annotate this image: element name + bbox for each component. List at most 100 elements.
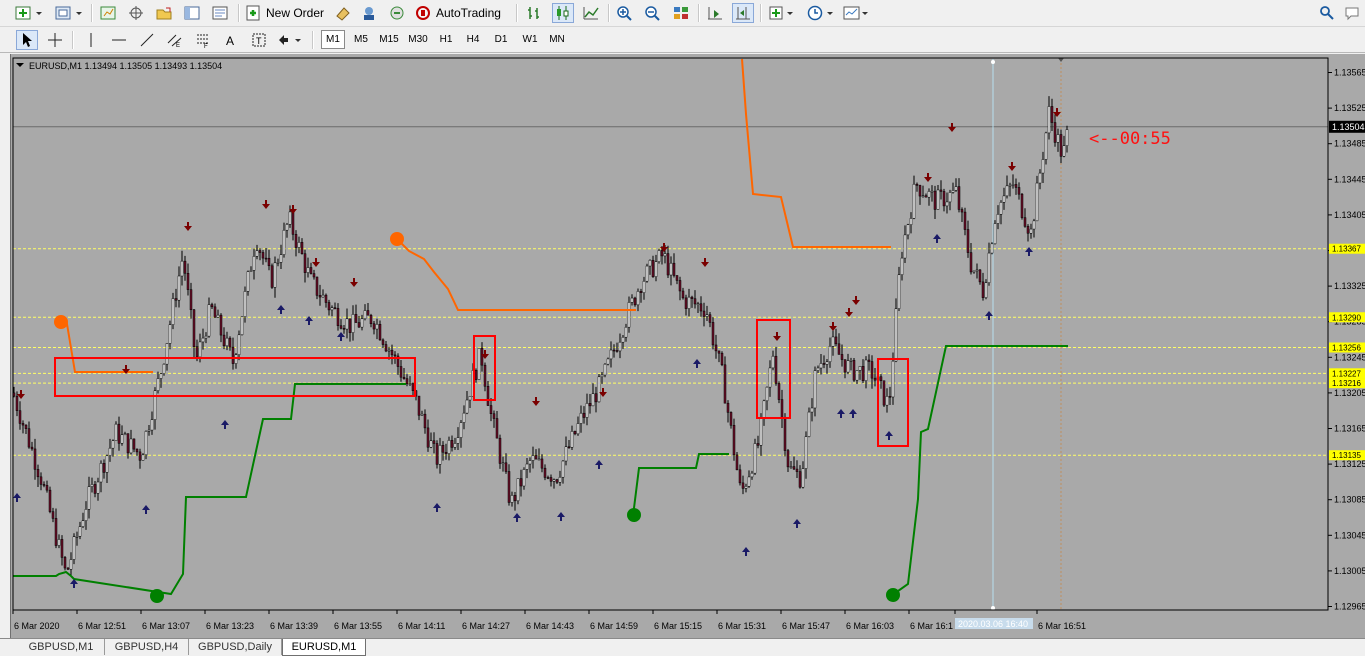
new-order-button[interactable]: New Order — [244, 3, 328, 23]
candle-body — [621, 336, 625, 343]
autotrading-button[interactable]: AutoTrading — [414, 3, 510, 23]
timeframe-w1[interactable]: W1 — [519, 30, 541, 49]
candle-body — [600, 374, 604, 378]
periods-button[interactable] — [804, 3, 838, 23]
candle-body — [783, 417, 787, 451]
horizontal-line-button[interactable] — [108, 30, 130, 50]
candle-body — [759, 418, 763, 446]
candle-body — [954, 186, 958, 191]
candle-body — [795, 468, 799, 472]
timeframe-h4[interactable]: H4 — [462, 30, 484, 49]
text-label-button[interactable]: T — [248, 30, 270, 50]
cursor-tool-button[interactable] — [16, 30, 38, 50]
sell-arrow — [262, 200, 270, 209]
candle-body — [651, 259, 655, 277]
candle-body — [1038, 172, 1042, 184]
zoom-in-button[interactable] — [614, 3, 636, 23]
chart-collapse-icon[interactable] — [16, 63, 24, 67]
timeframe-m30[interactable]: M30 — [405, 30, 431, 49]
equidistant-channel-button[interactable]: E — [164, 30, 186, 50]
candle-body — [747, 476, 751, 487]
indicators-button[interactable] — [766, 3, 798, 23]
candle-body — [270, 265, 274, 288]
candle-body — [429, 440, 433, 448]
timeframe-m15[interactable]: M15 — [376, 30, 402, 49]
chart-tab[interactable]: GBPUSD,Daily — [189, 639, 282, 655]
candle-body — [1014, 184, 1018, 188]
metaeditor-button[interactable] — [332, 3, 354, 23]
candle-body — [903, 234, 907, 259]
candle-body — [456, 437, 460, 444]
signals-button[interactable] — [358, 3, 380, 23]
candle-body — [807, 411, 811, 437]
candle-body — [504, 462, 508, 472]
candle-body — [420, 413, 424, 416]
market-watch-button[interactable] — [96, 3, 120, 23]
fibonacci-button[interactable]: F — [192, 30, 214, 50]
chat-button[interactable] — [1342, 3, 1364, 23]
timeframe-d1[interactable]: D1 — [490, 30, 512, 49]
vertical-line-button[interactable] — [80, 30, 102, 50]
crosshair-tool-button[interactable] — [44, 30, 66, 50]
green-signal-dot — [886, 588, 900, 602]
candle-body — [252, 256, 256, 271]
candle-body — [282, 229, 286, 255]
chart-tab[interactable]: EURUSD,M1 — [282, 639, 366, 656]
new-chart-button[interactable] — [12, 3, 46, 23]
candle-body — [870, 361, 874, 379]
strategy-tester-button[interactable] — [208, 3, 232, 23]
candle-body — [978, 269, 982, 283]
chart-window[interactable]: 1.13565 1.13525 1.13485 1.13445 1.13405 1.133… — [10, 54, 1365, 638]
auto-scroll-button[interactable] — [704, 3, 726, 23]
text-tool-button[interactable]: A — [220, 30, 242, 50]
timeframe-h1[interactable]: H1 — [435, 30, 457, 49]
market-button[interactable] — [386, 3, 408, 23]
candle-body — [648, 259, 652, 267]
price-chart[interactable]: 1.13565 1.13525 1.13485 1.13445 1.13405 1.133… — [11, 54, 1365, 638]
chart-tab[interactable]: GBPUSD,H4 — [105, 639, 189, 655]
sell-arrow — [924, 173, 932, 182]
bar-chart-button[interactable] — [524, 3, 546, 23]
candle-body — [552, 479, 556, 482]
candle-body — [627, 302, 631, 328]
navigator-button[interactable] — [152, 3, 176, 23]
candle-body — [888, 396, 892, 398]
candlesticks-button[interactable] — [552, 3, 574, 23]
price-axis-label: 1.13205 — [1334, 388, 1365, 398]
candle-body — [168, 324, 172, 344]
timeframe-m5[interactable]: M5 — [349, 30, 373, 49]
chart-shift-marker[interactable] — [1058, 58, 1064, 62]
search-button[interactable] — [1316, 3, 1338, 23]
chart-shift-button[interactable] — [732, 3, 754, 23]
chart-tab[interactable]: GBPUSD,M1 — [18, 639, 105, 655]
candle-body — [510, 495, 514, 503]
candle-body — [939, 189, 943, 192]
candle-body — [576, 423, 580, 435]
candle-body — [285, 224, 289, 231]
candle-body — [1053, 122, 1057, 143]
candle-body — [288, 211, 292, 225]
buy-arrow — [433, 503, 441, 512]
tile-windows-button[interactable] — [670, 3, 692, 23]
candle-body — [555, 479, 559, 483]
buy-arrow — [885, 431, 893, 440]
candle-body — [900, 257, 904, 276]
data-window-button[interactable] — [124, 3, 148, 23]
zoom-out-button[interactable] — [642, 3, 664, 23]
candle-body — [177, 275, 181, 301]
arrows-button[interactable] — [276, 30, 306, 50]
timeframe-mn[interactable]: MN — [546, 30, 568, 49]
templates-button[interactable] — [842, 3, 870, 23]
candle-body — [567, 446, 571, 448]
candle-body — [459, 422, 463, 438]
price-axis-label: 1.13005 — [1334, 566, 1365, 576]
candle-body — [78, 526, 82, 537]
timeframe-m1[interactable]: M1 — [321, 30, 345, 49]
candle-body — [789, 466, 793, 468]
candle-body — [93, 484, 97, 494]
trendline-button[interactable] — [136, 30, 158, 50]
line-chart-button[interactable] — [580, 3, 602, 23]
candle-body — [864, 359, 868, 381]
terminal-button[interactable] — [180, 3, 204, 23]
profiles-button[interactable] — [52, 3, 86, 23]
